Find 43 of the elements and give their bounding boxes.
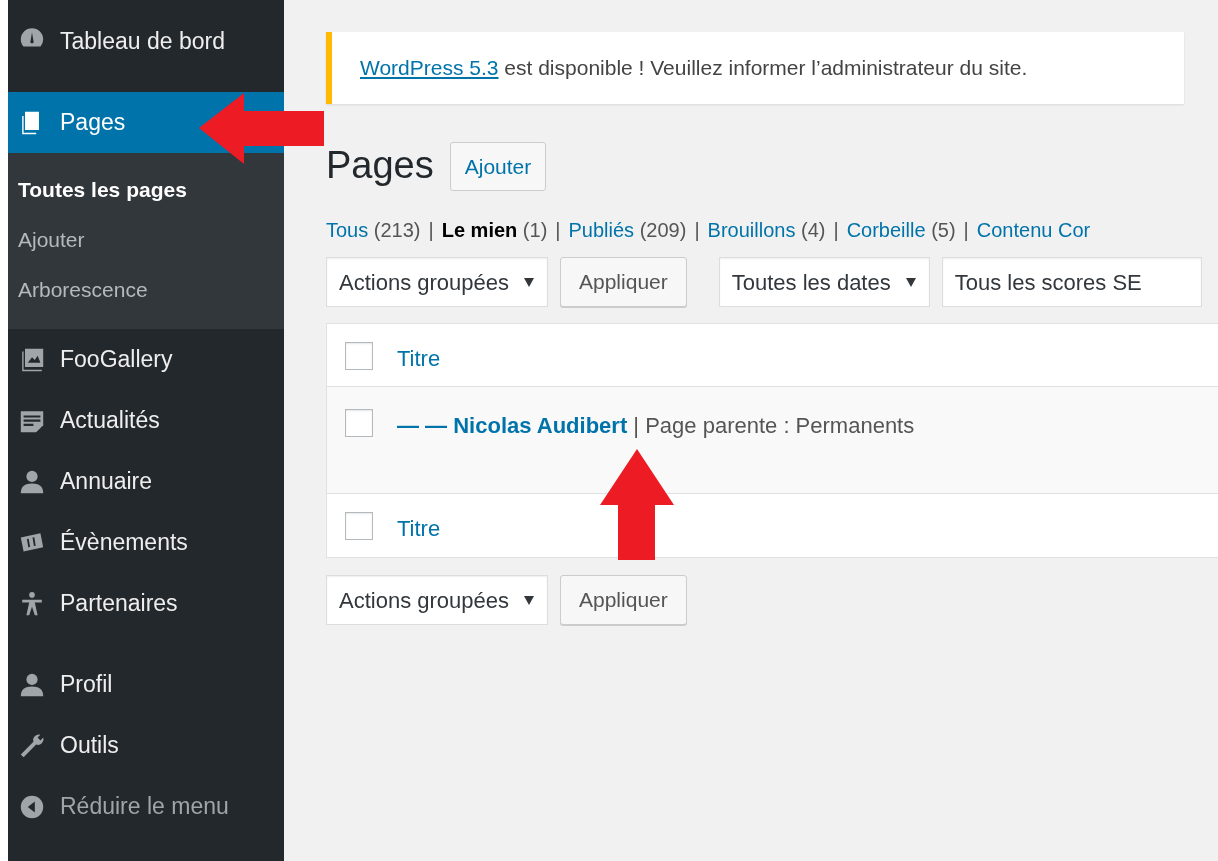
submenu-item[interactable]: Toutes les pages [8,165,284,215]
checkbox[interactable] [345,342,373,370]
submenu-item[interactable]: Arborescence [8,265,284,315]
submenu-item[interactable]: Ajouter [8,215,284,265]
sidebar-item[interactable]: FooGallery [8,329,284,390]
caret-icon [523,276,535,288]
filter-link[interactable]: Tous (213) [326,215,421,245]
sidebar-item[interactable]: Évènements [8,512,284,573]
page-state: | Page parente : Permanents [633,413,915,438]
update-notice: WordPress 5.3 est disponible ! Veuillez informer l’administrateur du site. [326,32,1184,104]
separator-text: | [833,218,839,243]
add-button[interactable]: Ajouter [449,141,547,191]
page-title-link[interactable]: — — Nicolas Audibert [397,413,628,438]
filter-link[interactable]: Corbeille (5) [846,215,956,245]
filter-link[interactable]: Contenu Cor [976,215,1091,245]
apply-button[interactable]: Appliquer [560,257,687,307]
sidebar-item[interactable]: Outils [8,715,284,776]
separator-text: | [428,218,434,243]
caret-icon [523,594,535,606]
column-header[interactable]: Titre [397,342,441,375]
collapse-menu-button[interactable]: Réduire le menu [8,776,284,837]
sidebar-item[interactable]: Partenaires [8,573,284,634]
filter-link[interactable]: Publiés (209) [568,215,687,245]
date-filter-dropdown[interactable]: Toutes les dates [718,257,930,307]
sidebar-item[interactable]: Tableau de bord [8,0,284,92]
seo-filter-dropdown[interactable]: Tous les scores SE [941,257,1202,307]
separator-text: | [963,218,969,243]
separator-text: | [694,218,700,243]
filter-link[interactable]: Le mien (1) [441,215,548,245]
separator-text: | [555,218,561,243]
filter-link[interactable]: Brouillons (4) [707,215,826,245]
sidebar-item[interactable]: Profil [8,654,284,715]
checkbox[interactable] [345,409,373,437]
notice-link[interactable]: WordPress 5.3 [360,56,499,79]
sidebar-item[interactable]: Annuaire [8,451,284,512]
apply-button[interactable]: Appliquer [560,575,687,625]
checkbox[interactable] [345,512,373,540]
bulk-actions-dropdown[interactable]: Actions groupées [326,575,548,625]
bulk-actions-dropdown[interactable]: Actions groupées [326,257,548,307]
column-header[interactable]: Titre [397,512,441,545]
page-title: Pages [326,143,434,189]
caret-icon [904,276,917,288]
sidebar-item[interactable]: Actualités [8,390,284,451]
